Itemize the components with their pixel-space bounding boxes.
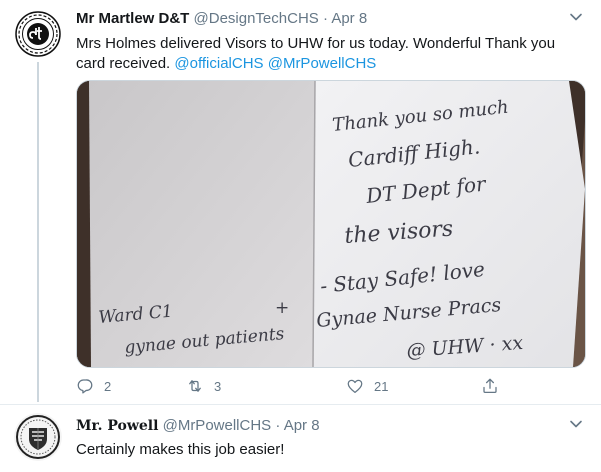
tweet-header: Mr Martlew D&T @DesignTechCHS · Apr 8	[76, 10, 367, 27]
like-button[interactable]: 21	[346, 376, 388, 396]
retweet-button[interactable]: 3	[186, 376, 221, 396]
mention-mrpowellchs[interactable]: @MrPowellCHS	[268, 55, 377, 72]
tweet-date[interactable]: Apr 8	[331, 10, 367, 27]
tweet-photo[interactable]: Thank you so much Cardiff High. DT Dept …	[76, 80, 586, 368]
tweet-reply[interactable]	[0, 405, 601, 472]
tweet-actions: 2 3 21	[76, 376, 516, 398]
tweet-main[interactable]: Mr Martlew D&T @DesignTechCHS · Apr 8 Mr…	[0, 0, 601, 405]
reply-count: 2	[104, 378, 112, 394]
share-icon	[483, 378, 497, 394]
reply-tweet-date[interactable]: Apr 8	[284, 417, 320, 434]
share-button[interactable]	[481, 376, 509, 396]
retweet-count: 3	[214, 378, 222, 394]
reply-tweet-header: Mr. Powell @MrPowellCHS · Apr 8	[76, 417, 320, 434]
reply-button[interactable]: 2	[76, 376, 111, 396]
reply-author-name[interactable]: Mr. Powell	[76, 418, 158, 434]
like-count: 21	[374, 378, 389, 394]
retweet-icon	[189, 380, 201, 392]
thread-connector	[37, 62, 39, 402]
chevron-down-icon[interactable]	[569, 10, 583, 24]
heart-icon	[347, 379, 363, 394]
reply-separator-dot: ·	[275, 417, 281, 434]
reply-icon	[77, 379, 93, 394]
card-left-plus: +	[275, 298, 289, 318]
thank-you-card-image: Thank you so much Cardiff High. DT Dept …	[77, 81, 585, 367]
dt-logo-avatar	[14, 10, 62, 58]
avatar-designtech[interactable]	[14, 10, 62, 58]
reply-author-handle[interactable]: @MrPowellCHS	[163, 417, 272, 434]
reply-chevron-down-icon[interactable]	[569, 417, 583, 431]
mention-officialchs[interactable]: @officialCHS	[174, 55, 263, 72]
author-name[interactable]: Mr Martlew D&T	[76, 10, 189, 27]
author-handle[interactable]: @DesignTechCHS	[194, 10, 319, 27]
tweet-text: Mrs Holmes delivered Visors to UHW for u…	[76, 34, 576, 74]
separator-dot: ·	[322, 10, 328, 27]
reply-tweet-text: Certainly makes this job easier!	[76, 441, 285, 458]
